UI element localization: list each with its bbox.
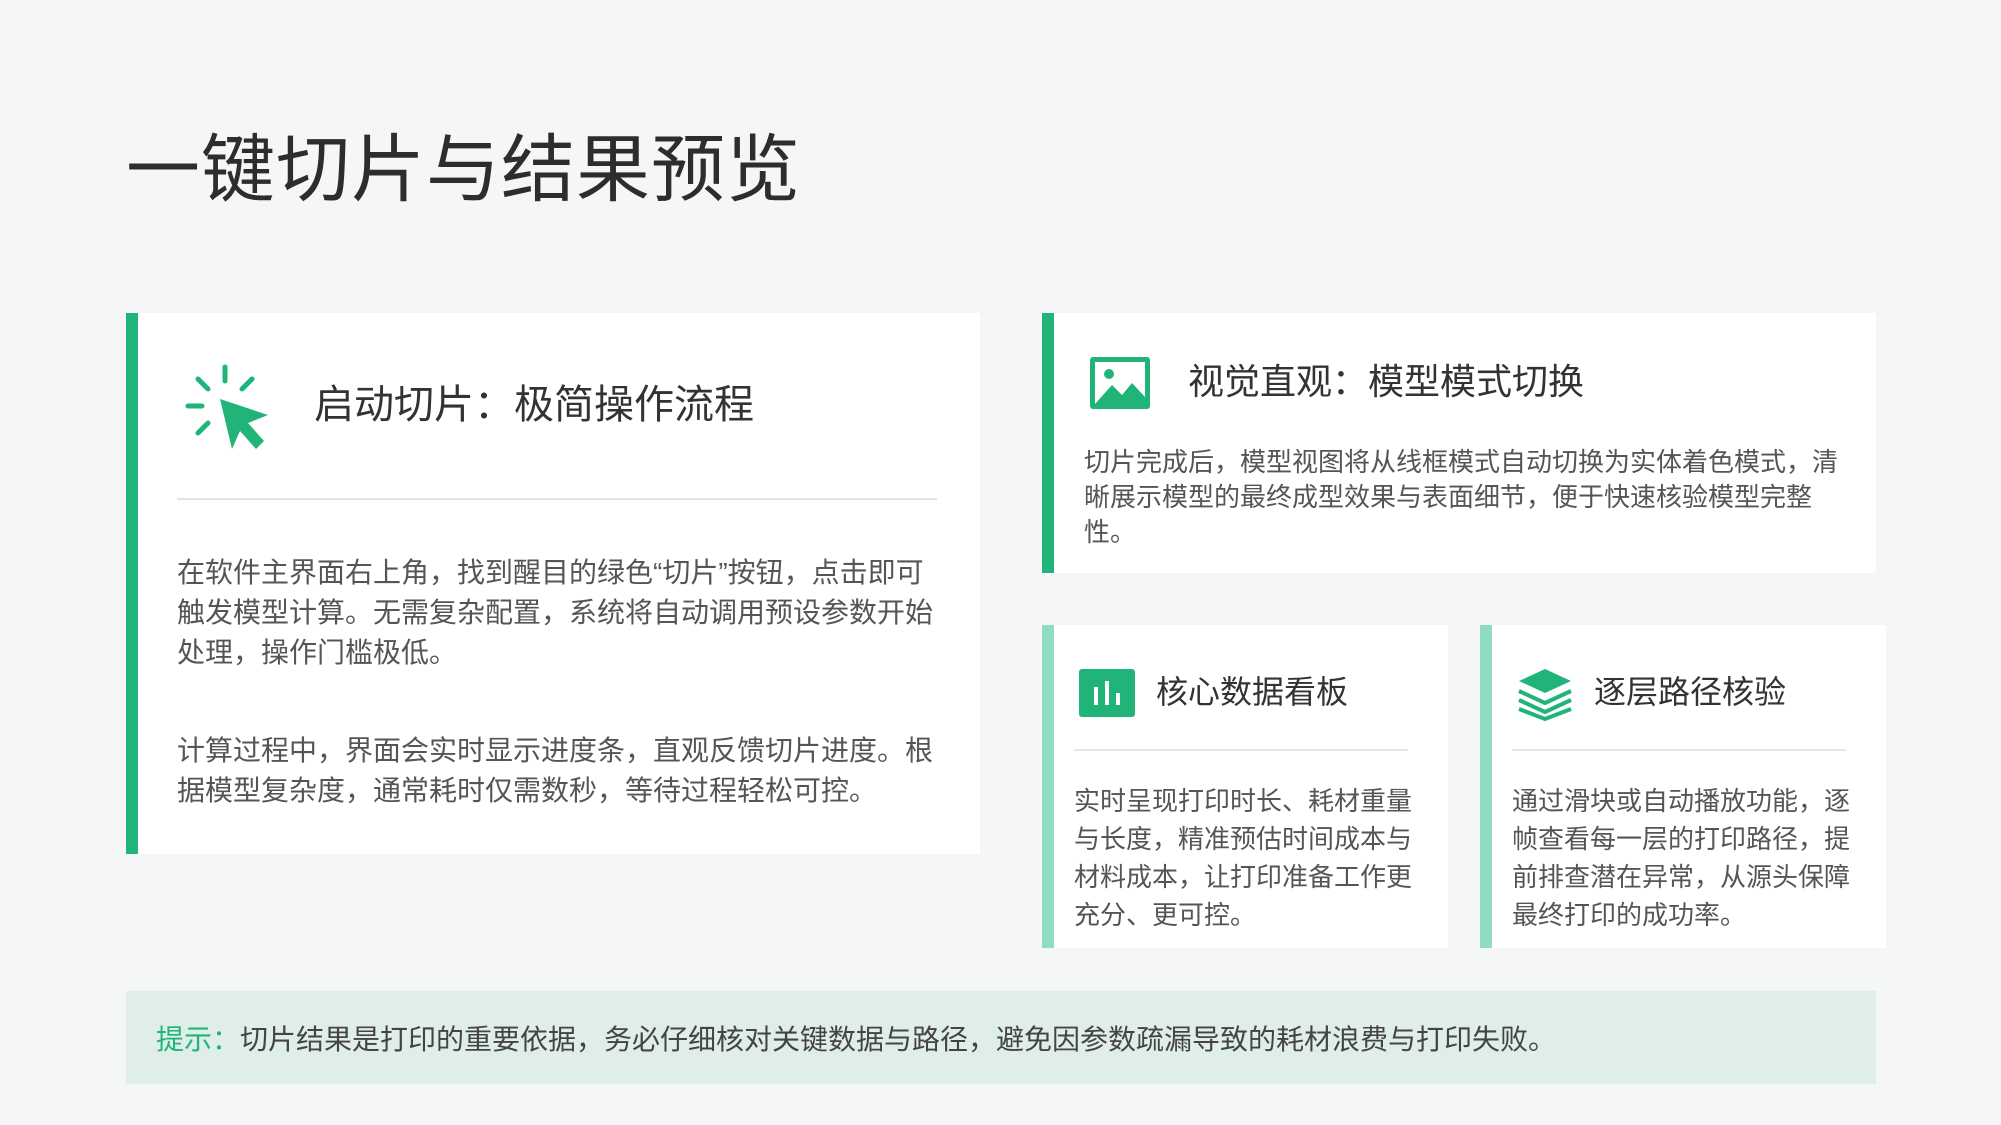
layer-path-card: 逐层路径核验 通过滑块或自动播放功能，逐帧查看每一层的打印路径，提前排查潜在异常…	[1480, 625, 1886, 948]
tip-text: 切片结果是打印的重要依据，务必仔细核对关键数据与路径，避免因参数疏漏导致的耗材浪…	[240, 1023, 1557, 1055]
data-dashboard-card: 核心数据看板 实时呈现打印时长、耗材重量与长度，精准预估时间成本与材料成本，让打…	[1042, 625, 1448, 948]
card-description: 通过滑块或自动播放功能，逐帧查看每一层的打印路径，提前排查潜在异常，从源头保障最…	[1512, 786, 1851, 930]
card-title: 启动切片：极简操作流程	[314, 383, 754, 427]
card-paragraph: 计算过程中，界面会实时显示进度条，直观反馈切片进度。根据模型复杂度，通常耗时仅需…	[177, 735, 934, 806]
divider	[177, 498, 937, 500]
card-description: 切片完成后，模型视图将从线框模式自动切换为实体着色模式，清晰展示模型的最终成型效…	[1084, 447, 1839, 547]
slicing-start-card: 启动切片：极简操作流程 在软件主界面右上角，找到醒目的绿色“切片”按钮，点击即可…	[126, 313, 980, 854]
tip-label: 提示：	[156, 1023, 241, 1055]
divider	[1512, 749, 1846, 751]
card-title: 核心数据看板	[1156, 674, 1349, 710]
page-title: 一键切片与结果预览	[126, 128, 801, 211]
image-icon	[1090, 357, 1150, 409]
divider	[1074, 749, 1408, 751]
bar-chart-icon	[1079, 669, 1135, 717]
card-title: 逐层路径核验	[1594, 674, 1787, 710]
card-description: 实时呈现打印时长、耗材重量与长度，精准预估时间成本与材料成本，让打印准备工作更充…	[1074, 786, 1413, 930]
visual-mode-card: 视觉直观：模型模式切换 切片完成后，模型视图将从线框模式自动切换为实体着色模式，…	[1042, 313, 1876, 573]
card-paragraph: 在软件主界面右上角，找到醒目的绿色“切片”按钮，点击即可触发模型计算。无需复杂配…	[177, 557, 934, 668]
cursor-click-icon	[185, 364, 268, 449]
card-title: 视觉直观：模型模式切换	[1188, 361, 1585, 402]
tip-bar: 提示： 切片结果是打印的重要依据，务必仔细核对关键数据与路径，避免因参数疏漏导致…	[126, 991, 1876, 1084]
layers-icon	[1518, 669, 1572, 721]
